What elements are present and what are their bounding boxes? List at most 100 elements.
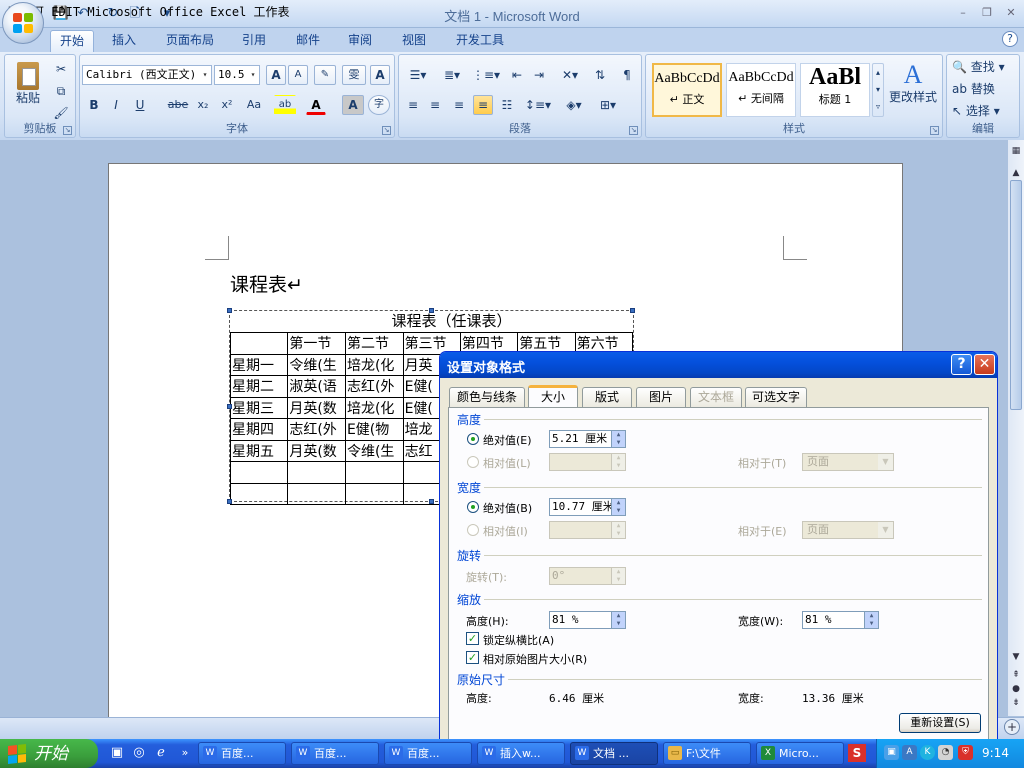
- font-size-combo[interactable]: 10.5 ▾: [214, 65, 260, 85]
- multilevel-list-icon[interactable]: ⋮≡▾: [471, 65, 501, 85]
- superscript-button[interactable]: x²: [216, 95, 238, 115]
- shading-icon[interactable]: ◈▾: [559, 95, 589, 115]
- shrink-font-button[interactable]: A: [288, 65, 308, 85]
- resize-handle[interactable]: [429, 499, 434, 504]
- change-styles-button[interactable]: A 更改样式: [886, 59, 940, 119]
- width-absolute-radio[interactable]: [467, 501, 479, 513]
- tab-picture[interactable]: 图片: [636, 387, 686, 407]
- relative-original-checkbox[interactable]: ✓: [466, 651, 479, 664]
- taskbar-item[interactable]: ▭ F:\文件: [663, 742, 751, 765]
- spinner-icon[interactable]: ▲ ▼: [611, 612, 625, 628]
- scale-height-input[interactable]: 81 % ▲ ▼: [549, 611, 626, 629]
- resize-handle[interactable]: [227, 404, 232, 409]
- highlight-button[interactable]: ab: [274, 95, 296, 115]
- sogou-icon[interactable]: S: [848, 744, 866, 762]
- close-button[interactable]: ✕: [1002, 6, 1020, 20]
- phonetic-guide-button[interactable]: 雯: [342, 65, 366, 85]
- grow-font-button[interactable]: A: [266, 65, 286, 85]
- security-shield-icon[interactable]: ⛨: [958, 745, 973, 760]
- minimize-button[interactable]: –: [954, 6, 972, 20]
- quicklaunch-browser-icon[interactable]: ◎: [130, 744, 148, 762]
- quicklaunch-ie-icon[interactable]: ℯ: [152, 744, 170, 762]
- line-spacing-icon[interactable]: ↕≡▾: [523, 95, 553, 115]
- browse-object-icon[interactable]: ●: [1008, 682, 1024, 696]
- restore-button[interactable]: ❐: [978, 6, 996, 20]
- volume-icon[interactable]: ◔: [938, 745, 953, 760]
- tab-developer[interactable]: 开发工具: [448, 30, 512, 52]
- spinner-icon[interactable]: ▲ ▼: [611, 431, 625, 447]
- change-case-button[interactable]: Aa: [240, 95, 268, 115]
- decrease-indent-icon[interactable]: ⇤: [507, 65, 527, 85]
- asian-layout-icon[interactable]: ✕▾: [555, 65, 585, 85]
- cut-icon[interactable]: ✂: [51, 59, 71, 79]
- zoom-in-icon[interactable]: +: [1004, 719, 1020, 735]
- help-icon[interactable]: ?: [1002, 31, 1018, 47]
- lock-aspect-checkbox[interactable]: ✓: [466, 632, 479, 645]
- tab-home[interactable]: 开始: [50, 30, 94, 52]
- resize-handle[interactable]: [429, 308, 434, 313]
- style-heading-1[interactable]: AaBl 标题 1: [800, 63, 870, 117]
- numbering-icon[interactable]: ≣▾: [437, 65, 467, 85]
- tab-mailings[interactable]: 邮件: [288, 30, 328, 52]
- clipboard-launcher-icon[interactable]: ↘: [63, 126, 72, 135]
- char-shading-button[interactable]: A: [342, 95, 364, 115]
- width-absolute-input[interactable]: 10.77 厘米 ▲ ▼: [549, 498, 626, 516]
- italic-button[interactable]: I: [106, 95, 126, 115]
- prev-page-icon[interactable]: ⇞: [1008, 668, 1024, 682]
- reset-button[interactable]: 重新设置(S): [899, 713, 981, 733]
- char-border-button[interactable]: A: [370, 65, 390, 85]
- dialog-help-button[interactable]: ?: [951, 354, 972, 375]
- bullets-icon[interactable]: ☰▾: [403, 65, 433, 85]
- taskbar-item[interactable]: W 百度...: [384, 742, 472, 765]
- select-button[interactable]: ↖ 选择 ▾: [951, 101, 1017, 121]
- paste-button[interactable]: 粘贴: [11, 59, 45, 115]
- tab-view[interactable]: 视图: [394, 30, 434, 52]
- taskbar-item[interactable]: W 文档 ...: [570, 742, 658, 765]
- taskbar-item[interactable]: W 百度...: [198, 742, 286, 765]
- font-color-button[interactable]: A: [306, 95, 326, 115]
- strikethrough-button[interactable]: abe: [166, 95, 190, 115]
- font-launcher-icon[interactable]: ↘: [382, 126, 391, 135]
- tab-colors-lines[interactable]: 颜色与线条: [449, 387, 525, 407]
- resize-handle[interactable]: [227, 308, 232, 313]
- office-button[interactable]: [2, 2, 44, 44]
- show-marks-icon[interactable]: ¶: [617, 65, 637, 85]
- taskbar-item[interactable]: W 百度...: [291, 742, 379, 765]
- subscript-button[interactable]: x₂: [192, 95, 214, 115]
- find-button[interactable]: 🔍 查找 ▾: [951, 57, 1017, 77]
- spinner-icon[interactable]: ▲ ▼: [611, 499, 625, 515]
- tab-page-layout[interactable]: 页面布局: [158, 30, 222, 52]
- scroll-up-icon[interactable]: ▲: [1008, 166, 1024, 180]
- document-heading[interactable]: 课程表↵: [230, 270, 303, 297]
- sort-icon[interactable]: ⇅: [589, 65, 611, 85]
- network-icon[interactable]: ▣: [884, 745, 899, 760]
- taskbar-item[interactable]: W 插入w...: [477, 742, 565, 765]
- scroll-down-icon[interactable]: ▼: [1008, 650, 1024, 664]
- tab-review[interactable]: 审阅: [340, 30, 380, 52]
- taskbar-item[interactable]: X Micro...: [756, 742, 844, 765]
- copy-icon[interactable]: ⧉: [51, 81, 71, 101]
- scale-width-input[interactable]: 81 % ▲ ▼: [802, 611, 879, 629]
- justify-icon[interactable]: ≡: [473, 95, 493, 115]
- borders-icon[interactable]: ⊞▾: [593, 95, 623, 115]
- k-icon[interactable]: K: [920, 745, 935, 760]
- height-absolute-input[interactable]: 5.21 厘米 ▲ ▼: [549, 430, 626, 448]
- paragraph-launcher-icon[interactable]: ↘: [629, 126, 638, 135]
- align-left-icon[interactable]: ≡: [403, 95, 423, 115]
- resize-handle[interactable]: [630, 308, 635, 313]
- style-normal[interactable]: AaBbCcDd ↵ 正文: [652, 63, 722, 117]
- bold-button[interactable]: B: [84, 95, 104, 115]
- tab-references[interactable]: 引用: [234, 30, 274, 52]
- tab-size[interactable]: 大小: [528, 385, 578, 408]
- spinner-icon[interactable]: ▲ ▼: [864, 612, 878, 628]
- height-absolute-radio[interactable]: [467, 433, 479, 445]
- align-right-icon[interactable]: ≡: [449, 95, 469, 115]
- ime-icon[interactable]: A: [902, 745, 917, 760]
- ruler-toggle-icon[interactable]: ▦: [1008, 144, 1024, 158]
- distribute-icon[interactable]: ☷: [497, 95, 517, 115]
- scroll-thumb[interactable]: [1010, 180, 1022, 410]
- resize-handle[interactable]: [227, 499, 232, 504]
- quicklaunch-more-icon[interactable]: »: [176, 744, 194, 762]
- enclose-char-button[interactable]: 字: [368, 95, 390, 115]
- next-page-icon[interactable]: ⇟: [1008, 696, 1024, 710]
